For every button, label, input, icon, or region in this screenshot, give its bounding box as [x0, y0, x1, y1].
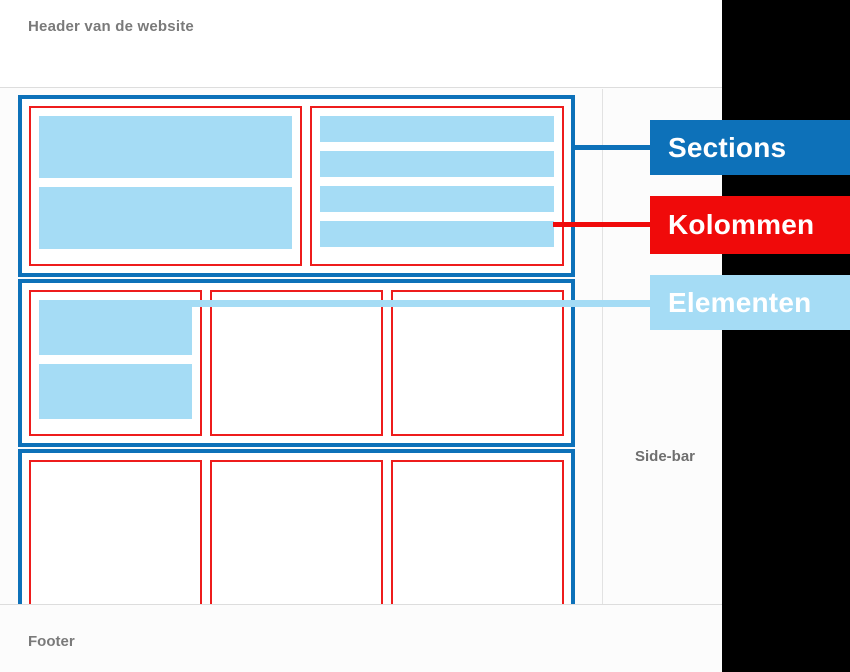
element-2-1-1[interactable]: [39, 300, 192, 355]
column-2-3[interactable]: [391, 290, 564, 436]
section-3-inner: [22, 453, 571, 604]
legend-label-elementen: Elementen: [668, 286, 812, 318]
section-1-inner: [22, 99, 571, 273]
connector-line-elementen: [188, 300, 653, 307]
site-header-label: Header van de website: [28, 18, 194, 35]
diagram-canvas: Header van de website Side-bar Footer Se…: [0, 0, 850, 672]
section-2-inner: [22, 283, 571, 443]
site-footer-label: Footer: [28, 633, 75, 650]
column-2-2[interactable]: [210, 290, 383, 436]
element-1-2-4[interactable]: [319, 221, 554, 247]
legend-label-sections: Sections: [668, 131, 787, 163]
black-gutter: [722, 0, 850, 672]
column-1-1[interactable]: [29, 106, 302, 266]
section-1[interactable]: [18, 95, 575, 277]
website-mockup: Header van de website Side-bar Footer: [0, 0, 722, 672]
column-2-1[interactable]: [29, 290, 202, 436]
site-body: Side-bar: [0, 89, 722, 604]
site-footer: Footer: [0, 604, 722, 672]
element-1-2-3[interactable]: [319, 186, 554, 212]
column-3-3[interactable]: [391, 460, 564, 604]
legend-badge-elementen[interactable]: Elementen: [650, 275, 850, 330]
column-3-2[interactable]: [210, 460, 383, 604]
column-3-1[interactable]: [29, 460, 202, 604]
element-1-1-2[interactable]: [39, 187, 292, 249]
element-1-2-1[interactable]: [319, 116, 554, 142]
section-3[interactable]: [18, 449, 575, 604]
element-1-1-1[interactable]: [39, 116, 292, 178]
connector-line-sections: [573, 145, 653, 150]
legend-badge-sections[interactable]: Sections: [650, 120, 850, 175]
sidebar-label: Side-bar: [635, 448, 696, 465]
legend-label-kolommen: Kolommen: [668, 209, 815, 240]
column-1-2[interactable]: [309, 106, 564, 266]
site-header: Header van de website: [0, 0, 722, 88]
legend-badge-kolommen[interactable]: Kolommen: [650, 196, 850, 254]
connector-line-kolommen: [553, 222, 653, 227]
element-1-2-2[interactable]: [319, 151, 554, 177]
element-2-1-2[interactable]: [39, 364, 192, 419]
